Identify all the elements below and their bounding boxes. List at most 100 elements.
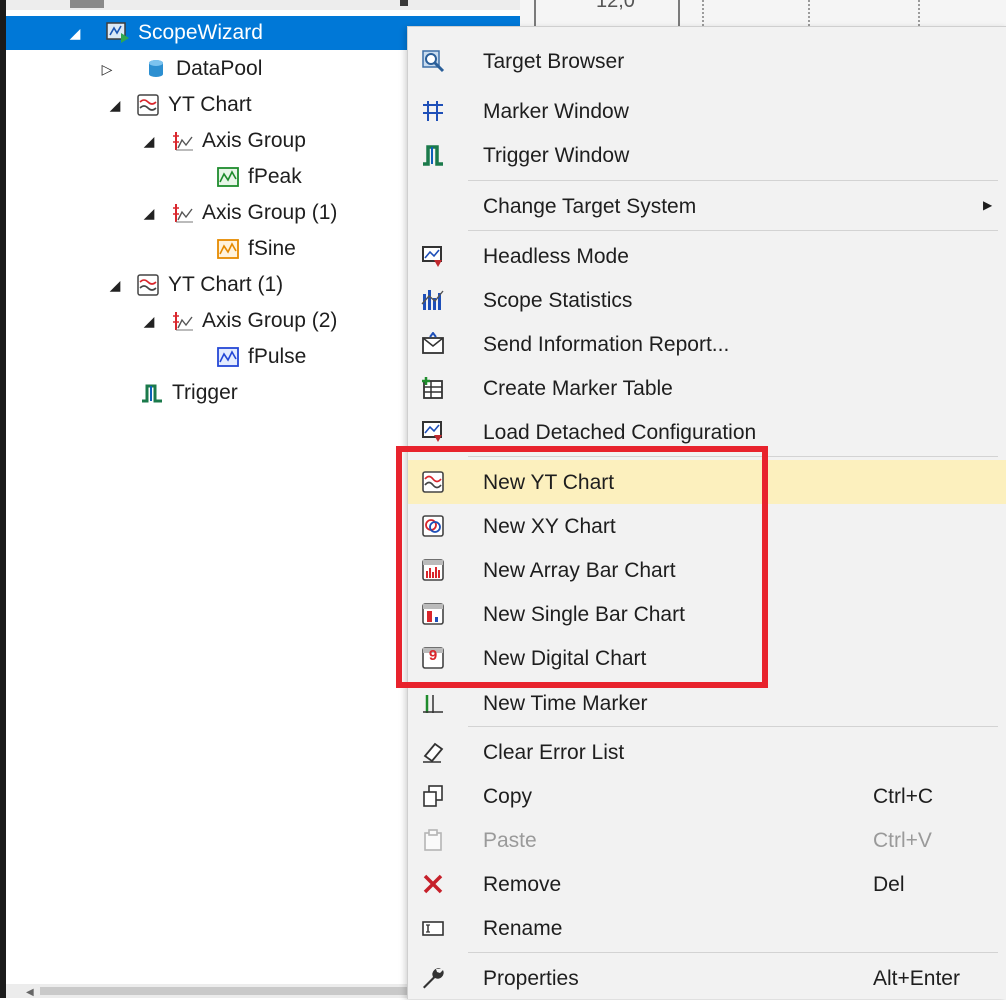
menu-item-label: Clear Error List <box>483 741 625 764</box>
axis-group-icon <box>170 309 194 333</box>
menu-item-change-target-system[interactable]: Change Target System ▶ <box>408 184 1006 228</box>
digital-chart-icon: 9 <box>420 645 446 671</box>
menu-item-remove[interactable]: Remove Del <box>408 862 1006 906</box>
menu-shortcut: Alt+Enter <box>873 967 960 990</box>
tree-item-datapool[interactable]: ▷ DataPool <box>100 52 263 86</box>
menu-item-label: Rename <box>483 917 563 940</box>
scope-statistics-icon <box>420 287 446 313</box>
collapsed-arrow-icon[interactable]: ▷ <box>100 61 114 78</box>
time-marker-icon <box>420 690 446 716</box>
menu-item-label: Copy <box>483 785 533 808</box>
expand-arrow-icon[interactable]: ◢ <box>142 313 156 330</box>
wrench-icon <box>420 965 446 991</box>
menu-shortcut: Ctrl+V <box>873 829 932 852</box>
tree-item-axis-group-2[interactable]: ◢ Axis Group (2) <box>142 304 338 338</box>
menu-item-new-xy-chart[interactable]: New XY Chart <box>408 504 1006 548</box>
menu-item-label: Marker Window <box>483 100 629 123</box>
menu-item-send-information-report[interactable]: Send Information Report... <box>408 322 1006 366</box>
menu-item-new-single-bar-chart[interactable]: New Single Bar Chart <box>408 592 1006 636</box>
trigger-window-icon <box>420 142 446 168</box>
menu-item-label: New Array Bar Chart <box>483 559 676 582</box>
tree-item-yt-chart[interactable]: ◢ YT Chart <box>108 88 252 122</box>
tree-item-yt-chart-1[interactable]: ◢ YT Chart (1) <box>108 268 284 302</box>
menu-item-rename[interactable]: Rename <box>408 906 1006 950</box>
headless-mode-icon <box>420 243 446 269</box>
scroll-left-icon[interactable]: ◀ <box>26 987 34 998</box>
menu-item-new-time-marker[interactable]: New Time Marker <box>408 681 1006 725</box>
single-bar-chart-icon <box>420 601 446 627</box>
marker-table-icon <box>420 375 446 401</box>
menu-item-paste[interactable]: Paste Ctrl+V <box>408 818 1006 862</box>
menu-shortcut: Ctrl+C <box>873 785 934 808</box>
tree-item-label: DataPool <box>176 57 263 80</box>
yt-chart-icon <box>420 469 446 495</box>
tree-item-label: Axis Group <box>202 129 306 152</box>
xy-chart-icon <box>420 513 446 539</box>
tree-item-fpulse[interactable]: fPulse <box>216 340 306 374</box>
menu-item-trigger-window[interactable]: Trigger Window <box>408 133 1006 177</box>
menu-item-scope-statistics[interactable]: Scope Statistics <box>408 278 1006 322</box>
menu-item-target-browser[interactable]: Target Browser <box>408 39 1006 83</box>
channel-blue-icon <box>216 345 240 369</box>
menu-item-label: New Time Marker <box>483 692 648 715</box>
menu-separator <box>468 456 998 457</box>
menu-item-load-detached-configuration[interactable]: Load Detached Configuration <box>408 410 1006 454</box>
yt-chart-icon <box>136 273 160 297</box>
menu-item-new-array-bar-chart[interactable]: New Array Bar Chart <box>408 548 1006 592</box>
tree-left-border <box>0 0 6 998</box>
expand-arrow-icon[interactable]: ◢ <box>108 277 122 294</box>
tree-item-axis-group-1[interactable]: ◢ Axis Group (1) <box>142 196 338 230</box>
expand-arrow-icon[interactable]: ◢ <box>68 25 82 42</box>
tree-top-strip <box>6 0 520 10</box>
tree-item-label: Axis Group (1) <box>202 201 338 224</box>
tree-item-label: YT Chart <box>168 93 252 116</box>
menu-item-label: Create Marker Table <box>483 377 673 400</box>
menu-item-headless-mode[interactable]: Headless Mode <box>408 234 1006 278</box>
menu-item-label: Load Detached Configuration <box>483 421 757 444</box>
menu-item-label: Change Target System <box>483 195 697 218</box>
target-browser-icon <box>420 48 446 74</box>
menu-item-label: New Single Bar Chart <box>483 603 685 626</box>
menu-item-label: Target Browser <box>483 50 625 73</box>
axis-group-icon <box>170 201 194 225</box>
yt-chart-icon <box>136 93 160 117</box>
channel-green-icon <box>216 165 240 189</box>
menu-item-label: New Digital Chart <box>483 647 647 670</box>
menu-item-clear-error-list[interactable]: Clear Error List <box>408 730 1006 774</box>
tree-item-trigger[interactable]: Trigger <box>140 376 238 410</box>
menu-item-label: Send Information Report... <box>483 333 730 356</box>
menu-item-label: New XY Chart <box>483 515 616 538</box>
menu-item-label: Remove <box>483 873 562 896</box>
tree-item-axis-group[interactable]: ◢ Axis Group <box>142 124 306 158</box>
tree-item-label: Axis Group (2) <box>202 309 338 332</box>
menu-item-new-digital-chart[interactable]: 9 New Digital Chart <box>408 636 1006 680</box>
context-menu: Target Browser Marker Window Trigger Win… <box>407 26 1006 999</box>
scroll-knob[interactable] <box>70 0 104 8</box>
expand-arrow-icon[interactable]: ◢ <box>108 97 122 114</box>
menu-item-label: Trigger Window <box>483 144 630 167</box>
menu-item-new-yt-chart[interactable]: New YT Chart <box>408 460 1006 504</box>
menu-separator <box>468 726 998 727</box>
database-icon <box>144 57 168 81</box>
paste-icon <box>420 827 446 853</box>
menu-item-copy[interactable]: Copy Ctrl+C <box>408 774 1006 818</box>
tree-item-fsine[interactable]: fSine <box>216 232 296 266</box>
tree-item-label: Trigger <box>172 381 238 404</box>
tree-item-label: YT Chart (1) <box>168 273 284 296</box>
marker-window-icon <box>420 98 446 124</box>
menu-item-label: Scope Statistics <box>483 289 633 312</box>
scope-project-icon <box>106 21 130 45</box>
rename-icon <box>420 915 446 941</box>
tree-item-label: fPulse <box>248 345 307 368</box>
remove-icon <box>420 871 446 897</box>
tree-item-label: fPeak <box>248 165 302 188</box>
menu-item-create-marker-table[interactable]: Create Marker Table <box>408 366 1006 410</box>
digital-glyph: 9 <box>428 647 438 664</box>
menu-item-marker-window[interactable]: Marker Window <box>408 89 1006 133</box>
expand-arrow-icon[interactable]: ◢ <box>142 205 156 222</box>
expand-arrow-icon[interactable]: ◢ <box>142 133 156 150</box>
copy-icon <box>420 783 446 809</box>
menu-item-properties[interactable]: Properties Alt+Enter <box>408 956 1006 1000</box>
chart-axis-value: 12,0 <box>596 0 635 12</box>
tree-item-fpeak[interactable]: fPeak <box>216 160 302 194</box>
